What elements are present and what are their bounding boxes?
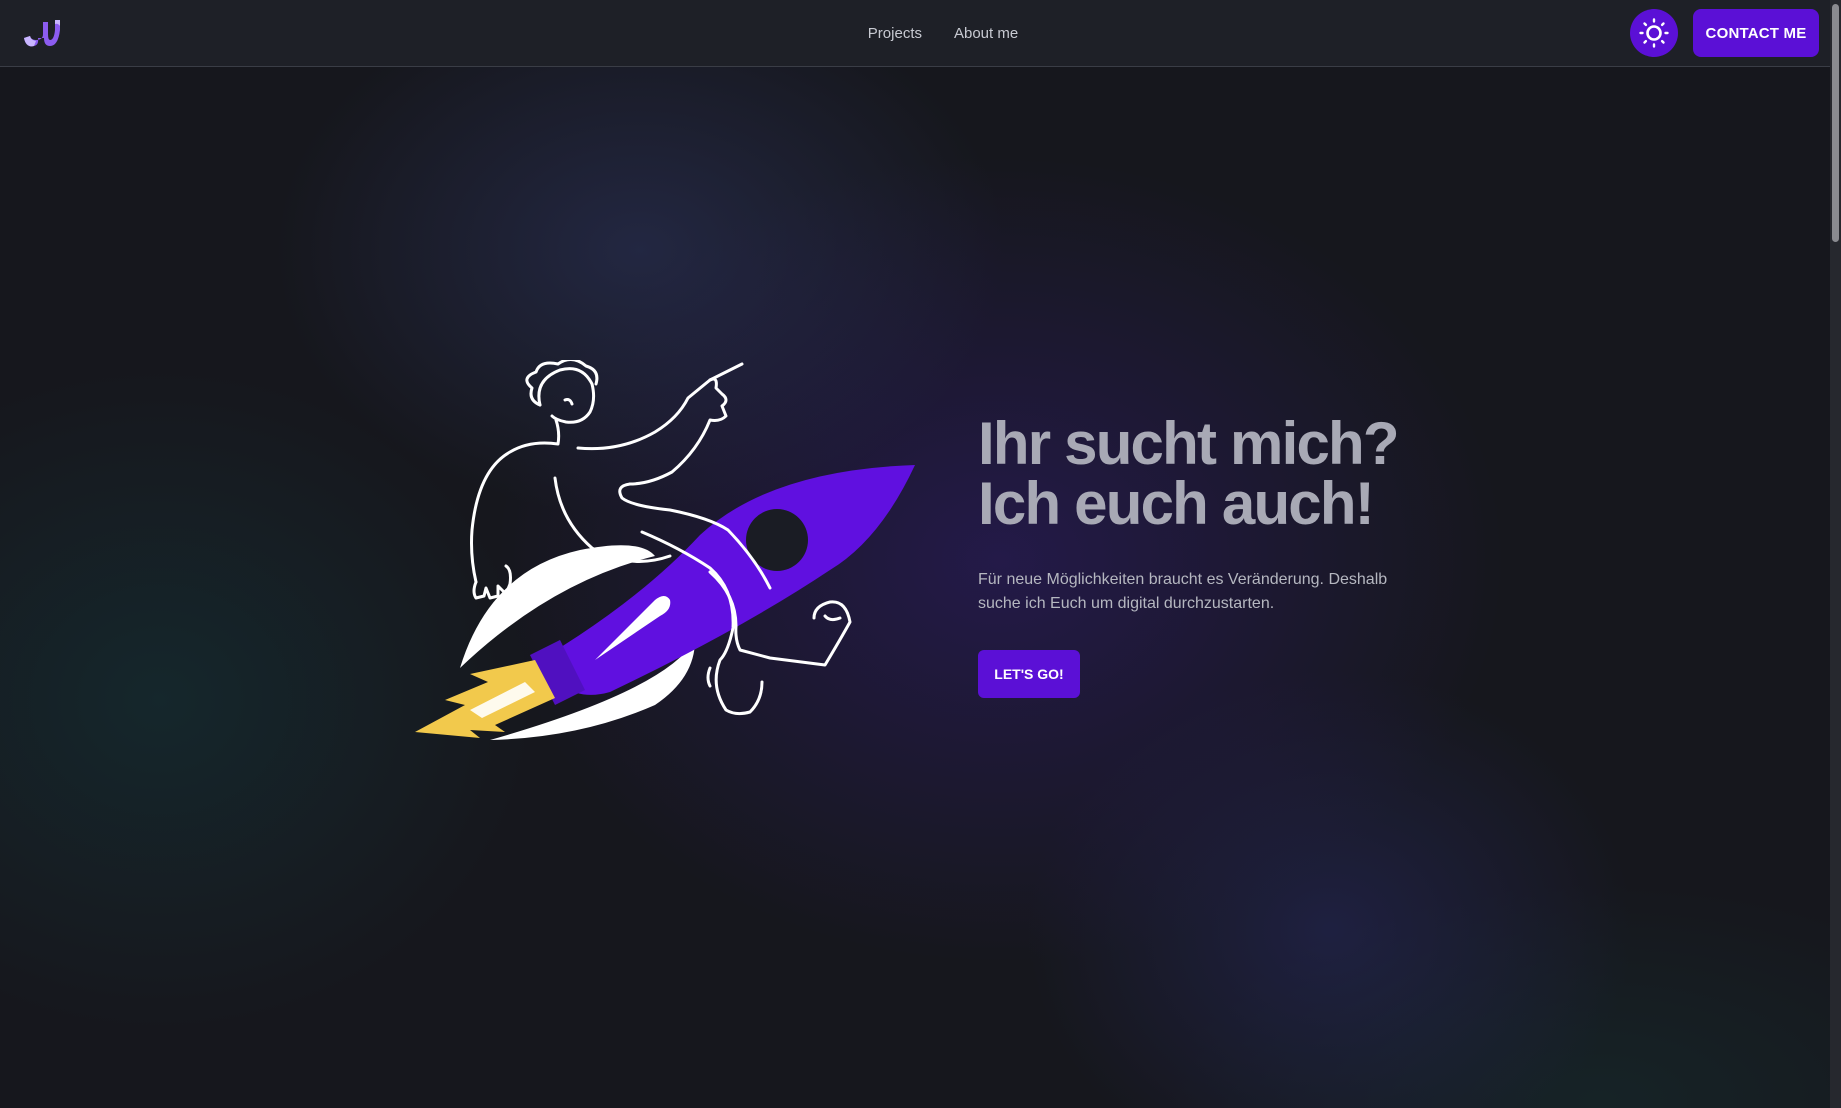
hero-section: Ihr sucht mich? Ich euch auch! Für neue … xyxy=(978,414,1438,698)
sun-icon xyxy=(1639,18,1669,48)
hero-title-line-1: Ihr sucht mich? xyxy=(978,410,1400,477)
hero-title-line-2: Ich euch auch! xyxy=(978,470,1375,537)
page: Projects About me CONTACT ME Ihr sucht m… xyxy=(0,0,1841,1108)
person-riding-rocket-illustration xyxy=(415,360,915,740)
nav-link-projects[interactable]: Projects xyxy=(868,25,922,42)
hero-description: Für neue Möglichkeiten braucht es Veränd… xyxy=(978,571,1388,612)
theme-toggle-button[interactable] xyxy=(1630,9,1678,57)
lets-go-button[interactable]: LET'S GO! xyxy=(978,650,1080,698)
scrollbar-thumb[interactable] xyxy=(1832,4,1839,242)
hero-title: Ihr sucht mich? Ich euch auch! xyxy=(978,414,1438,534)
nav-link-about-me[interactable]: About me xyxy=(954,25,1018,42)
main-nav: Projects About me xyxy=(0,0,1830,66)
contact-me-button[interactable]: CONTACT ME xyxy=(1693,9,1819,57)
scrollbar[interactable] xyxy=(1830,0,1841,1108)
site-header: Projects About me CONTACT ME xyxy=(0,0,1830,67)
